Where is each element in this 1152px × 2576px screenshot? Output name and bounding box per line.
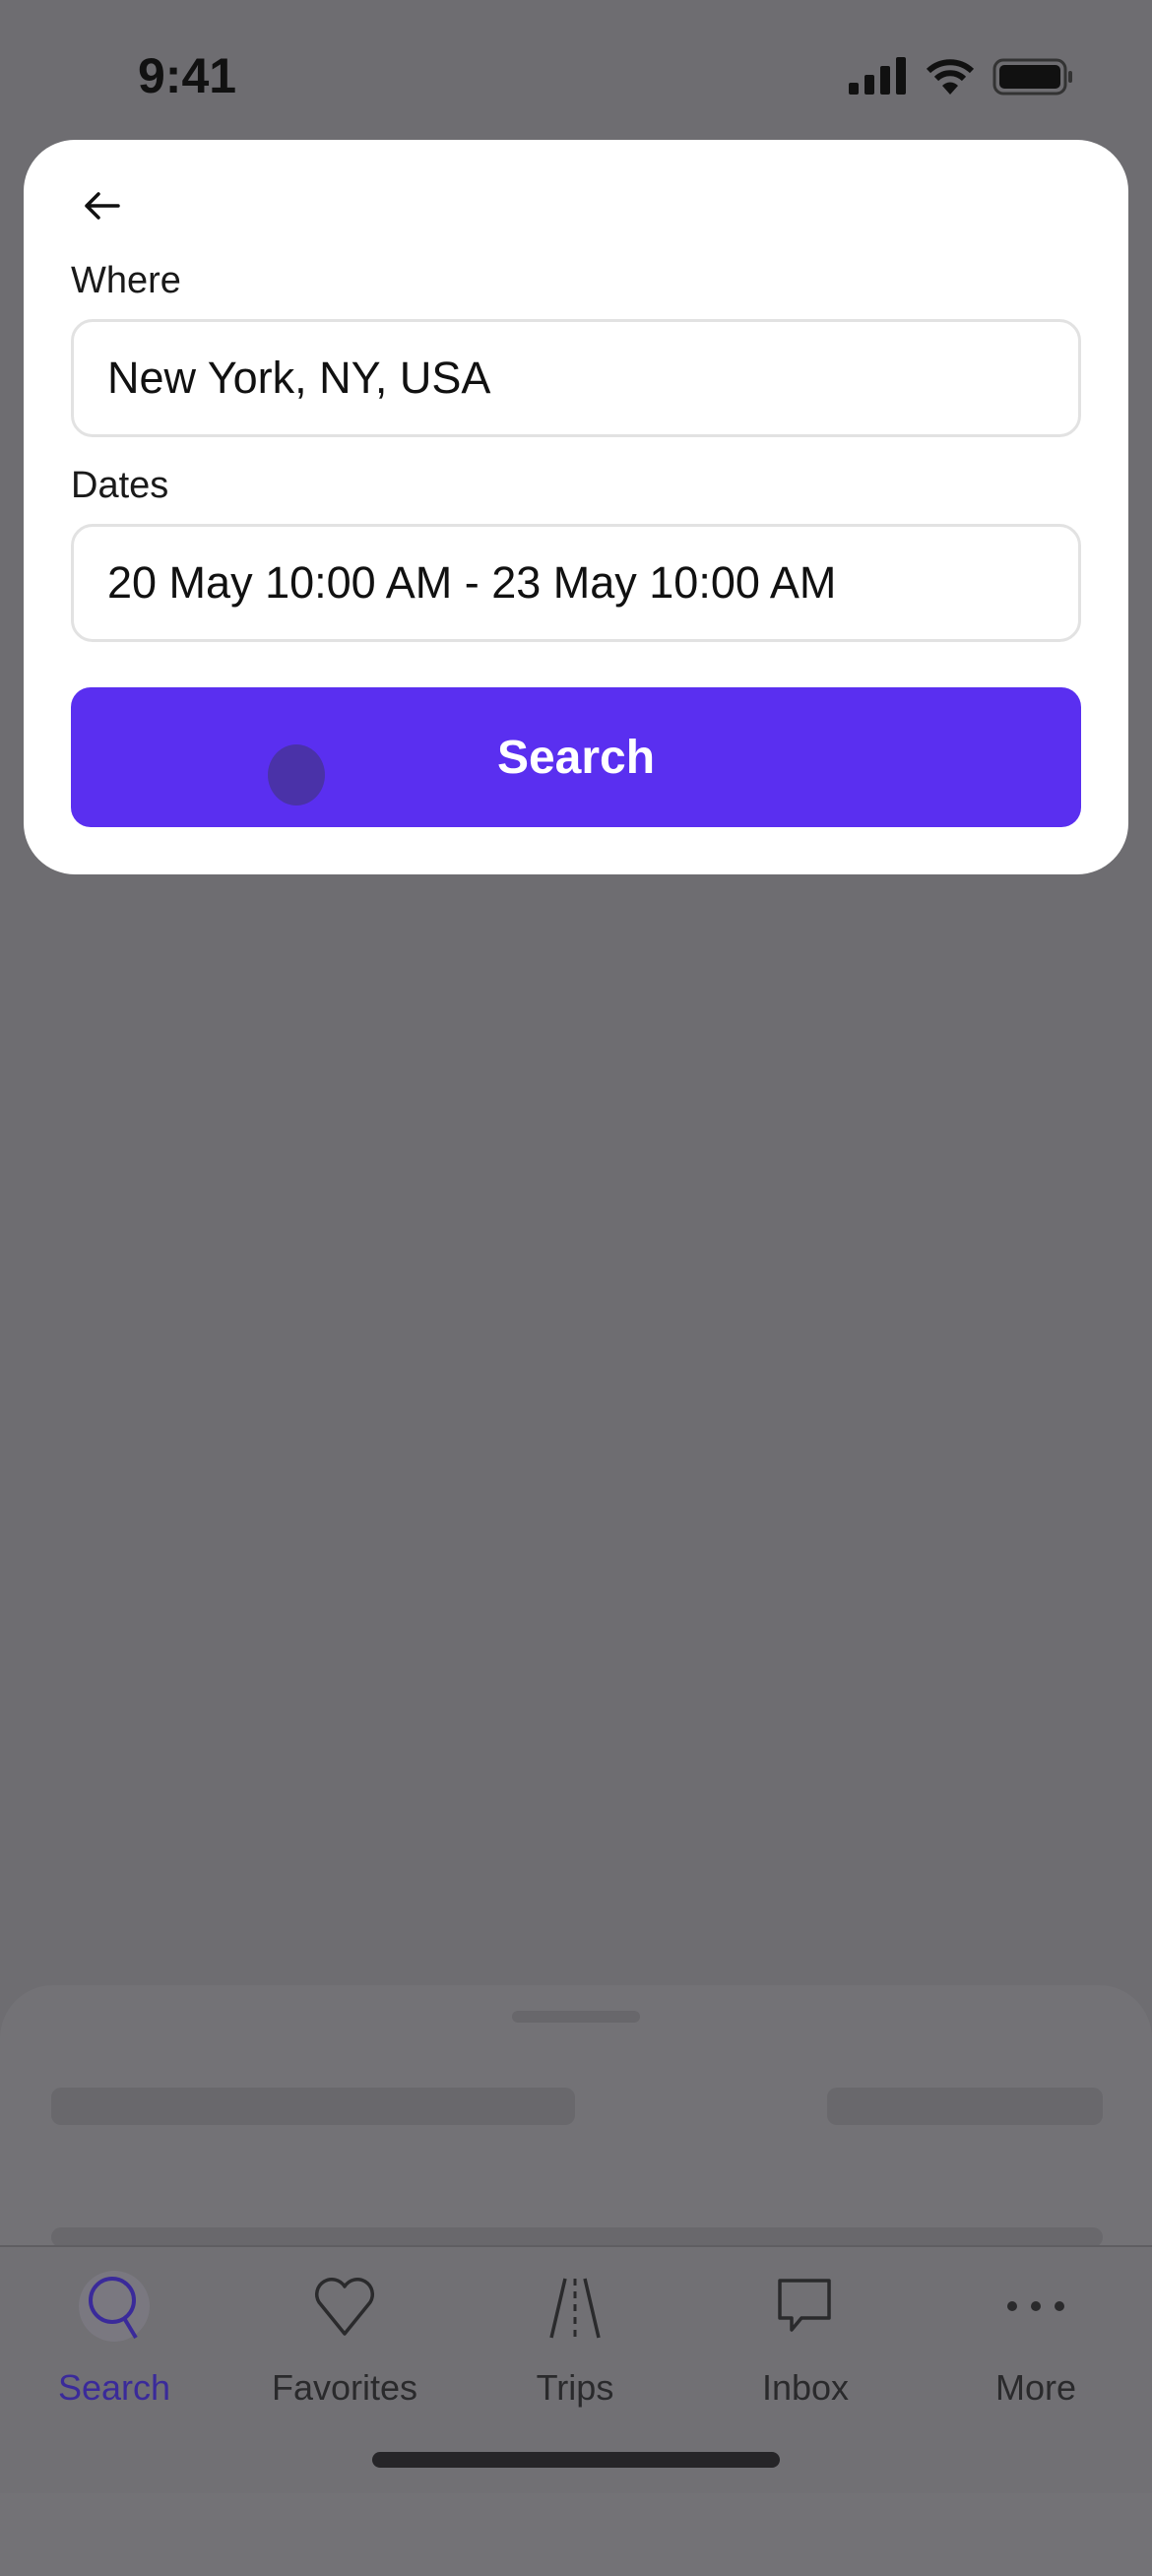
- status-bar: 9:41: [0, 0, 1152, 148]
- sheet-drag-handle[interactable]: [512, 2011, 640, 2023]
- tab-trips[interactable]: Trips: [477, 2267, 673, 2409]
- chat-bubble-icon: [778, 2279, 831, 2332]
- skeleton-placeholder: [51, 2088, 575, 2125]
- where-label: Where: [71, 260, 181, 301]
- where-input[interactable]: New York, NY, USA: [71, 319, 1081, 437]
- status-time: 9:41: [138, 48, 237, 103]
- tab-search[interactable]: Search: [16, 2267, 213, 2409]
- tab-more[interactable]: More: [937, 2267, 1134, 2409]
- road-icon: [549, 2278, 601, 2339]
- search-button[interactable]: Search: [71, 687, 1081, 827]
- tab-label: Search: [57, 2367, 171, 2408]
- tab-label: Trips: [536, 2367, 614, 2408]
- skeleton-placeholder: [827, 2088, 1103, 2125]
- battery-icon: [992, 58, 1072, 96]
- dates-input[interactable]: 20 May 10:00 AM - 23 May 10:00 AM: [71, 524, 1081, 642]
- more-dots-icon: [1007, 2301, 1064, 2311]
- touch-indicator: [268, 744, 325, 805]
- signal-icon: [849, 57, 906, 95]
- tab-inbox[interactable]: Inbox: [707, 2267, 904, 2409]
- tab-label: Favorites: [271, 2367, 418, 2408]
- tab-label: More: [994, 2367, 1077, 2408]
- back-arrow-icon[interactable]: [79, 182, 126, 229]
- skeleton-placeholder: [51, 2227, 1103, 2247]
- search-icon: [79, 2271, 150, 2342]
- tab-favorites[interactable]: Favorites: [246, 2267, 443, 2409]
- wifi-icon: [926, 59, 975, 95]
- heart-icon: [315, 2277, 374, 2336]
- dates-label: Dates: [71, 465, 169, 506]
- home-indicator: [372, 2452, 780, 2468]
- tab-label: Inbox: [761, 2367, 850, 2408]
